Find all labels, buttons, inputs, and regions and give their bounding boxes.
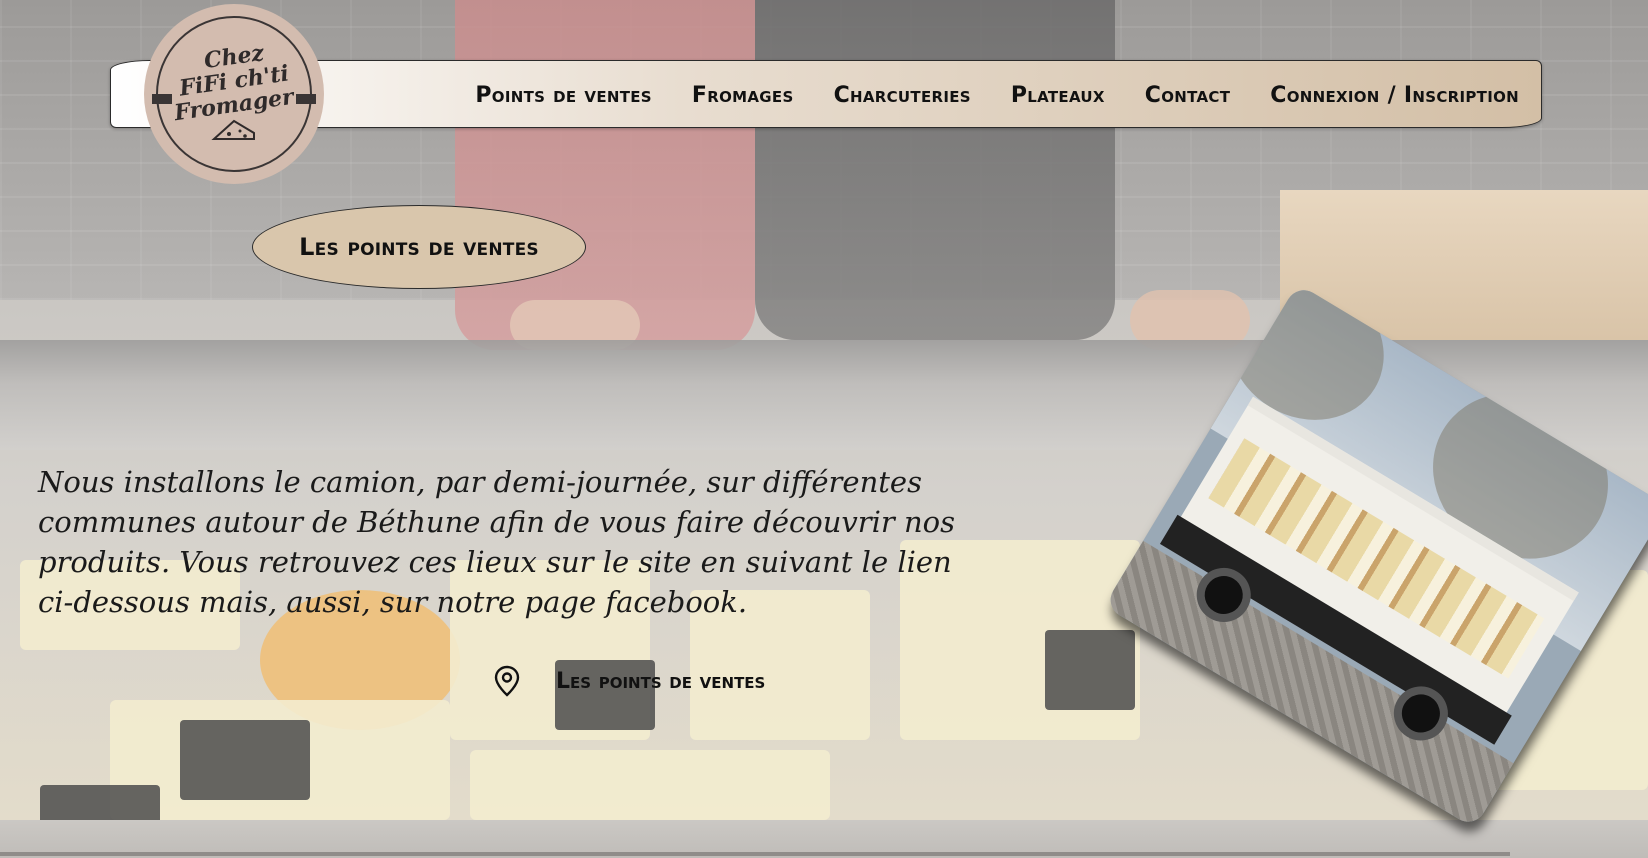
logo-bar-left bbox=[152, 94, 172, 104]
logo-bar-right bbox=[296, 94, 316, 104]
person-black-jacket bbox=[755, 0, 1115, 340]
section-title-pill: Les points de ventes bbox=[252, 205, 586, 289]
cheese-block bbox=[470, 750, 830, 820]
price-tag bbox=[40, 785, 160, 820]
person-red-jacket bbox=[455, 0, 755, 350]
price-tag bbox=[180, 720, 310, 800]
nav-contact[interactable]: Contact bbox=[1145, 83, 1230, 108]
nav-charcuteries[interactable]: Charcuteries bbox=[834, 83, 971, 108]
cheese-icon bbox=[211, 119, 255, 140]
logo-badge: Chez FiFi ch'ti Fromager bbox=[152, 16, 316, 172]
nav-plateaux[interactable]: Plateaux bbox=[1011, 83, 1105, 108]
nav-fromages[interactable]: Fromages bbox=[692, 83, 794, 108]
section-title: Les points de ventes bbox=[299, 233, 539, 261]
site-logo[interactable]: Chez FiFi ch'ti Fromager bbox=[144, 4, 324, 184]
points-de-ventes-link-label: Les points de ventes bbox=[556, 668, 766, 694]
points-de-ventes-link[interactable]: Les points de ventes bbox=[492, 664, 765, 698]
main-navbar: Points de ventes Fromages Charcuteries P… bbox=[110, 60, 1542, 128]
footer-divider bbox=[0, 852, 1510, 856]
nav-points-de-ventes[interactable]: Points de ventes bbox=[475, 83, 652, 108]
nav-links: Points de ventes Fromages Charcuteries P… bbox=[475, 61, 1519, 129]
location-pin-icon bbox=[492, 664, 522, 698]
intro-paragraph: Nous installons le camion, par demi-jour… bbox=[38, 465, 955, 619]
price-tag bbox=[1045, 630, 1135, 710]
nav-connexion-inscription[interactable]: Connexion / Inscription bbox=[1270, 83, 1519, 108]
